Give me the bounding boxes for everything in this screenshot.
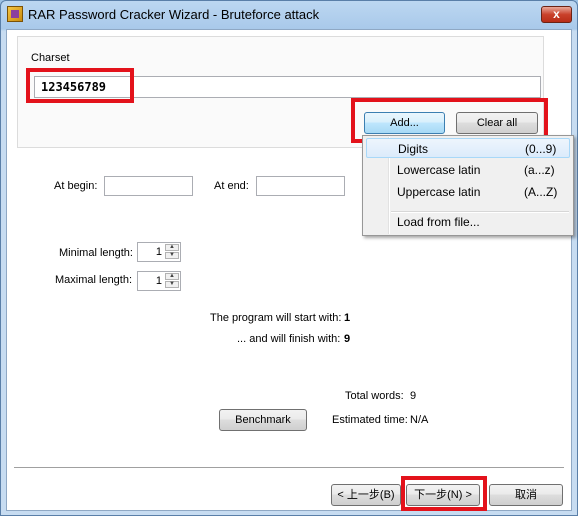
spin-down-icon[interactable]: ▼ bbox=[165, 281, 179, 288]
maximal-length-value: 1 bbox=[155, 275, 162, 287]
footer-divider bbox=[14, 467, 564, 469]
title-bar[interactable]: RAR Password Cracker Wizard - Bruteforce… bbox=[1, 1, 577, 29]
window-title: RAR Password Cracker Wizard - Bruteforce… bbox=[28, 7, 320, 22]
add-charset-menu: Digits (0...9) Lowercase latin (a...z) U… bbox=[362, 135, 574, 236]
estimated-time-value: N/A bbox=[410, 414, 429, 426]
at-end-input[interactable] bbox=[256, 176, 345, 196]
spin-down-icon[interactable]: ▼ bbox=[165, 252, 179, 259]
highlight-box-charset bbox=[26, 68, 134, 103]
maximal-length-label: Maximal length: bbox=[55, 274, 133, 286]
menu-item-uppercase[interactable]: Uppercase latin (A...Z) bbox=[366, 182, 570, 202]
app-icon bbox=[7, 6, 23, 22]
minimal-length-spinner[interactable]: 1 ▲ ▼ bbox=[137, 242, 181, 262]
spin-up-icon[interactable]: ▲ bbox=[165, 273, 179, 280]
spin-up-icon[interactable]: ▲ bbox=[165, 244, 179, 251]
at-begin-label: At begin: bbox=[54, 180, 98, 192]
start-with-value: 1 bbox=[344, 312, 351, 324]
estimated-time-label: Estimated time: bbox=[332, 414, 408, 426]
start-with-label: The program will start with: bbox=[210, 312, 342, 324]
benchmark-button[interactable]: Benchmark bbox=[219, 409, 307, 431]
close-button[interactable]: x bbox=[541, 6, 572, 23]
menu-item-label: Load from file... bbox=[397, 215, 480, 229]
menu-item-hint: (a...z) bbox=[524, 163, 555, 177]
at-end-label: At end: bbox=[214, 180, 249, 192]
menu-item-hint: (A...Z) bbox=[524, 185, 558, 199]
menu-item-label: Digits bbox=[398, 142, 429, 156]
menu-item-lowercase[interactable]: Lowercase latin (a...z) bbox=[366, 160, 570, 180]
maximal-length-spinner[interactable]: 1 ▲ ▼ bbox=[137, 271, 181, 291]
minimal-length-value: 1 bbox=[155, 246, 162, 258]
total-words-value: 9 bbox=[410, 390, 417, 402]
minimal-length-label: Minimal length: bbox=[59, 247, 133, 259]
at-begin-input[interactable] bbox=[104, 176, 193, 196]
menu-item-digits[interactable]: Digits (0...9) bbox=[366, 138, 570, 158]
minimal-length-arrows[interactable]: ▲ ▼ bbox=[165, 244, 179, 260]
highlight-box-next bbox=[401, 476, 487, 511]
menu-item-label: Uppercase latin bbox=[397, 185, 481, 199]
menu-item-label: Lowercase latin bbox=[397, 163, 481, 177]
charset-group-label: Charset bbox=[31, 52, 70, 64]
maximal-length-arrows[interactable]: ▲ ▼ bbox=[165, 273, 179, 289]
finish-with-value: 9 bbox=[344, 333, 351, 345]
menu-item-load-from-file[interactable]: Load from file... bbox=[366, 212, 570, 232]
cancel-button[interactable]: 取消 bbox=[489, 484, 563, 506]
total-words-label: Total words: bbox=[345, 390, 404, 402]
finish-with-label: ... and will finish with: bbox=[237, 333, 341, 345]
menu-item-hint: (0...9) bbox=[525, 142, 557, 156]
back-button[interactable]: < 上一步(B) bbox=[331, 484, 401, 506]
